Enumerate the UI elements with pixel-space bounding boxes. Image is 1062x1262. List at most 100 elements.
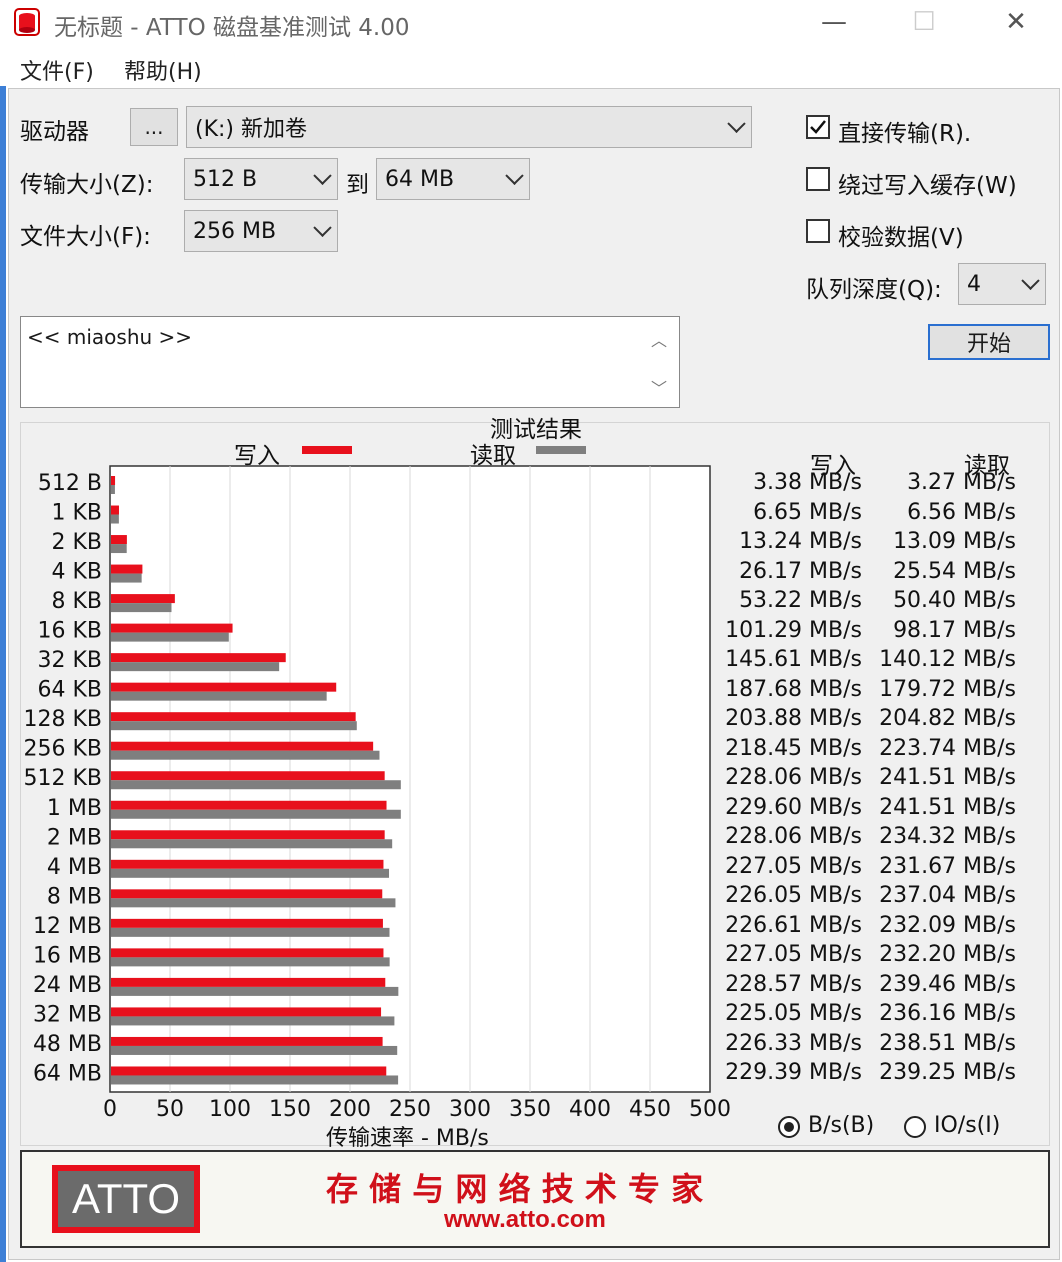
x-tick-label: 300	[449, 1097, 491, 1122]
write-value: 101.29 MB/s	[725, 617, 862, 643]
read-bar	[111, 662, 280, 672]
write-value: 229.60 MB/s	[725, 794, 862, 820]
x-axis-label: 传输速率 - MB/s	[326, 1126, 489, 1151]
atto-logo: ATTO	[52, 1165, 200, 1233]
atto-logo-text: ATTO	[58, 1171, 194, 1227]
read-value: 236.16 MB/s	[879, 1001, 1016, 1027]
category-label: 4 KB	[51, 560, 102, 585]
read-value: 237.04 MB/s	[879, 883, 1016, 909]
read-value: 231.67 MB/s	[879, 853, 1016, 879]
read-bar	[111, 839, 393, 849]
category-label: 64 KB	[37, 678, 102, 703]
write-value: 203.88 MB/s	[725, 706, 862, 732]
units-io-radio[interactable]	[904, 1116, 926, 1138]
write-bar	[111, 564, 143, 574]
read-bar	[111, 809, 401, 819]
write-bar	[111, 859, 384, 869]
units-bs-radio[interactable]	[778, 1116, 800, 1138]
write-value: 187.68 MB/s	[725, 676, 862, 702]
write-value: 228.57 MB/s	[725, 971, 862, 997]
read-value: 234.32 MB/s	[879, 824, 1016, 850]
x-tick-label: 100	[209, 1097, 251, 1122]
write-bar	[111, 476, 116, 485]
category-label: 1 KB	[51, 501, 102, 526]
category-label: 256 KB	[23, 737, 102, 762]
write-value: 228.06 MB/s	[725, 765, 862, 791]
read-value: 241.51 MB/s	[879, 765, 1016, 791]
read-value: 232.09 MB/s	[879, 912, 1016, 938]
category-label: 512 KB	[23, 766, 102, 791]
read-bar	[111, 957, 390, 967]
x-tick-label: 250	[389, 1097, 431, 1122]
category-label: 8 KB	[51, 589, 102, 614]
units-io-label: IO/s(I)	[934, 1113, 1001, 1138]
category-label: 48 MB	[33, 1032, 102, 1057]
read-value: 6.56 MB/s	[907, 499, 1016, 525]
write-bar	[111, 830, 385, 840]
write-bar	[111, 653, 286, 663]
category-label: 2 MB	[47, 825, 102, 850]
read-value: 241.51 MB/s	[879, 794, 1016, 820]
write-bar	[111, 682, 337, 692]
category-label: 32 KB	[37, 648, 102, 673]
read-bar	[111, 544, 127, 554]
write-bar	[111, 889, 383, 899]
write-value: 226.61 MB/s	[725, 912, 862, 938]
read-value: 204.82 MB/s	[879, 706, 1016, 732]
write-value: 3.38 MB/s	[753, 470, 862, 495]
read-bar	[111, 927, 390, 937]
category-label: 1 MB	[47, 796, 102, 821]
write-value: 53.22 MB/s	[739, 588, 862, 614]
category-label: 4 MB	[47, 855, 102, 880]
category-label: 16 MB	[33, 943, 102, 968]
read-value: 140.12 MB/s	[879, 647, 1016, 673]
write-bar	[111, 712, 356, 722]
x-tick-label: 200	[329, 1097, 371, 1122]
write-bar	[111, 948, 384, 958]
write-bar	[111, 741, 374, 751]
category-label: 128 KB	[23, 707, 102, 732]
read-value: 238.51 MB/s	[879, 1030, 1016, 1056]
read-value: 239.46 MB/s	[879, 971, 1016, 997]
read-bar	[111, 721, 357, 731]
read-bar	[111, 868, 390, 878]
x-tick-label: 500	[689, 1097, 731, 1122]
write-values-column: 3.38 MB/s 6.65 MB/s 13.24 MB/s 26.17 MB/s 53…	[700, 0, 862, 1100]
units-bs-label: B/s(B)	[808, 1113, 875, 1138]
category-label: 16 KB	[37, 619, 102, 644]
category-label: 8 MB	[47, 884, 102, 909]
banner-url[interactable]: www.atto.com	[444, 1206, 606, 1234]
read-bar	[111, 780, 401, 790]
read-value: 50.40 MB/s	[893, 588, 1016, 614]
category-label: 24 MB	[33, 973, 102, 998]
write-bar	[111, 1036, 383, 1046]
x-tick-label: 400	[569, 1097, 611, 1122]
read-bar	[111, 603, 172, 613]
read-bar	[111, 691, 327, 701]
category-label: 2 KB	[51, 530, 102, 555]
write-value: 145.61 MB/s	[725, 647, 862, 673]
write-value: 226.33 MB/s	[725, 1030, 862, 1056]
write-value: 26.17 MB/s	[739, 558, 862, 584]
read-bar	[111, 514, 119, 524]
read-bar	[111, 1045, 398, 1055]
write-value: 226.05 MB/s	[725, 883, 862, 909]
write-bar	[111, 977, 386, 987]
read-value: 25.54 MB/s	[893, 558, 1016, 584]
read-values-column: 3.27 MB/s 6.56 MB/s 13.09 MB/s 25.54 MB/s 50…	[860, 0, 1016, 1100]
read-bar	[111, 750, 380, 760]
read-value: 239.25 MB/s	[879, 1060, 1016, 1086]
radio-selected-dot	[784, 1122, 794, 1132]
x-tick-label: 350	[509, 1097, 551, 1122]
write-bar	[111, 771, 385, 781]
write-value: 218.45 MB/s	[725, 735, 862, 761]
banner-slogan: 存 储 与 网 络 技 术 专 家	[326, 1170, 704, 1208]
write-bar	[111, 1066, 387, 1076]
write-bar	[111, 623, 233, 633]
read-value: 3.27 MB/s	[907, 470, 1016, 495]
x-tick-label: 50	[156, 1097, 184, 1122]
read-value: 232.20 MB/s	[879, 942, 1016, 968]
write-bar	[111, 918, 383, 928]
write-value: 228.06 MB/s	[725, 824, 862, 850]
category-label: 32 MB	[33, 1002, 102, 1027]
